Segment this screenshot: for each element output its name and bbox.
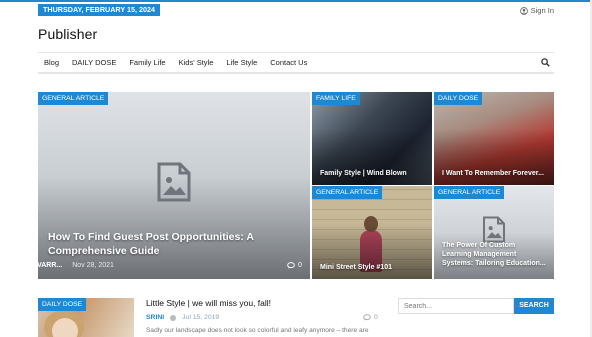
category-tag[interactable]: FAMILY LIFE: [312, 92, 360, 105]
post-title[interactable]: The Power Of Custom Learning Management …: [442, 241, 546, 268]
user-icon: [519, 6, 528, 15]
post-title[interactable]: I Want To Remember Forever...: [442, 169, 546, 178]
nav-item-blog[interactable]: Blog: [44, 53, 59, 73]
nav-item-life-style[interactable]: Life Style: [226, 53, 257, 73]
featured-post-mini-street-style[interactable]: GENERAL ARTICLE Mini Street Style #101: [312, 186, 432, 279]
comment-icon: [363, 314, 371, 321]
post-author[interactable]: SRINI: [146, 314, 164, 321]
search-icon[interactable]: [541, 58, 550, 67]
search-input[interactable]: [398, 298, 514, 314]
image-placeholder-icon: [157, 162, 191, 202]
category-tag[interactable]: DAILY DOSE: [38, 298, 87, 311]
top-bar: THURSDAY, FEBRUARY 15, 2024 Sign In: [0, 0, 592, 16]
comment-count[interactable]: 0: [287, 262, 302, 269]
search-button[interactable]: SEARCH: [514, 298, 554, 314]
post-author[interactable]: SATISH VARR...: [10, 262, 62, 269]
featured-main-post[interactable]: GENERAL ARTICLE How To Find Guest Post O…: [38, 92, 310, 279]
post-title[interactable]: How To Find Guest Post Opportunities: A …: [48, 230, 258, 258]
category-tag[interactable]: GENERAL ARTICLE: [38, 92, 109, 105]
post-title[interactable]: Little Style | we will miss you, fall!: [146, 298, 271, 308]
nav-item-kids-style[interactable]: Kids' Style: [179, 53, 214, 73]
post-date: Nov 28, 2021: [72, 262, 114, 269]
post-title[interactable]: Family Style | Wind Blown: [320, 169, 424, 178]
featured-post-custom-lms[interactable]: GENERAL ARTICLE The Power Of Custom Lear…: [434, 186, 554, 279]
featured-post-remember-forever[interactable]: DAILY DOSE I Want To Remember Forever...: [434, 92, 554, 185]
post-title[interactable]: Mini Street Style #101: [320, 263, 424, 272]
featured-post-family-style[interactable]: FAMILY LIFE Family Style | Wind Blown: [312, 92, 432, 185]
post-excerpt: Sadly our landscape does not look so col…: [146, 327, 369, 334]
date-badge: THURSDAY, FEBRUARY 15, 2024: [38, 4, 160, 16]
category-tag[interactable]: GENERAL ARTICLE: [434, 186, 505, 199]
clock-icon: [170, 314, 177, 321]
post-meta: SATISH VARR... Nov 28, 2021: [10, 262, 114, 269]
comment-icon: [287, 262, 295, 269]
image-placeholder-icon: [483, 216, 505, 243]
post-date: Jul 15, 2019: [182, 314, 220, 321]
category-tag[interactable]: DAILY DOSE: [434, 92, 483, 105]
sign-in-link[interactable]: Sign In: [519, 5, 554, 16]
site-logo[interactable]: Publisher: [38, 26, 97, 42]
comment-count-value: 0: [374, 314, 378, 321]
post-thumbnail[interactable]: DAILY DOSE: [38, 298, 134, 337]
nav-item-contact-us[interactable]: Contact Us: [270, 53, 307, 73]
nav-item-daily-dose[interactable]: DAILY DOSE: [72, 53, 116, 73]
post-meta: SRINI Jul 15, 2019: [146, 314, 219, 321]
main-nav: Blog DAILY DOSE Family Life Kids' Style …: [38, 52, 554, 74]
category-tag[interactable]: GENERAL ARTICLE: [312, 186, 383, 199]
sign-in-label: Sign In: [530, 6, 554, 15]
comment-count-value: 0: [298, 262, 302, 269]
nav-item-family-life[interactable]: Family Life: [129, 53, 165, 73]
comment-count[interactable]: 0: [363, 314, 378, 321]
